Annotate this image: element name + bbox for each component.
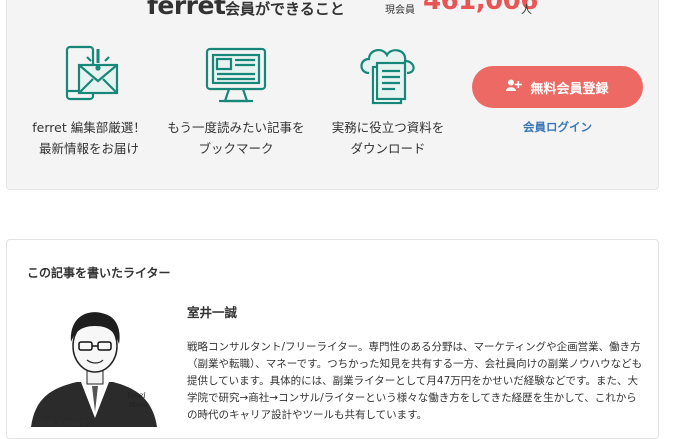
writer-section-heading: この記事を書いたライター <box>27 266 171 280</box>
mail-icon <box>19 43 159 107</box>
svg-text:Dusk yorosiru: Dusk yorosiru <box>36 419 87 427</box>
svg-text:Muroi: Muroi <box>128 402 147 409</box>
feature-bookmark: もう一度読みたい記事を ブックマーク <box>166 43 306 159</box>
member-benefits-panel: ferret 会員ができること 現会員 461,006 人 ferret 編集部… <box>6 0 659 190</box>
feature-download-line1: 実務に役立つ資料を <box>331 120 445 135</box>
signup-button[interactable]: 無料会員登録 <box>472 66 643 108</box>
feature-newsletter-line2: 最新情報をお届け <box>38 141 139 156</box>
login-link[interactable]: 会員ログイン <box>472 119 643 135</box>
feature-download-line2: ダウンロード <box>350 141 426 156</box>
monitor-icon <box>166 43 306 107</box>
add-user-icon <box>506 79 523 96</box>
member-count-label: 現会員 <box>385 5 415 16</box>
svg-text:Issei: Issei <box>126 391 146 400</box>
writer-bio: 戦略コンサルタント/フリーライター。専門性のある分野は、マーケティングや企画営業… <box>187 341 643 421</box>
feature-newsletter-line1: ferret 編集部厳選！ <box>32 120 146 135</box>
member-count-unit: 人 <box>521 3 532 16</box>
feature-bookmark-line1: もう一度読みたい記事を <box>167 120 305 135</box>
writer-portrait: Issei Muroi Dusk yorosiru <box>29 302 159 427</box>
feature-bookmark-line2: ブックマーク <box>198 141 274 156</box>
brand-logo: ferret <box>147 0 226 20</box>
feature-newsletter: ferret 編集部厳選！ 最新情報をお届け <box>19 43 159 159</box>
feature-download: 実務に役立つ資料を ダウンロード <box>318 43 458 159</box>
cloud-document-icon <box>318 43 458 107</box>
signup-button-label: 無料会員登録 <box>530 81 609 97</box>
writer-profile-card: この記事を書いたライター Issei Muroi Dusk yorosiru 室… <box>6 239 659 439</box>
writer-name: 室井一誠 <box>187 305 238 320</box>
member-headline: ferret 会員ができること 現会員 461,006 人 <box>147 0 567 21</box>
tagline: 会員ができること <box>225 0 345 18</box>
